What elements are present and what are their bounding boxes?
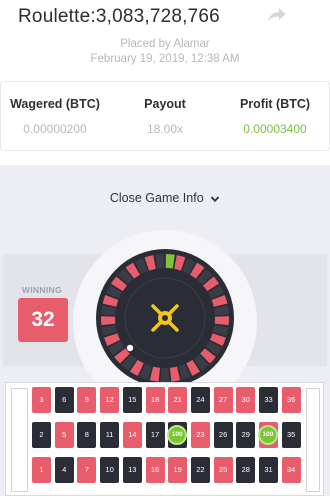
payout-stat: Payout 18.00x — [111, 82, 219, 152]
number-cell-6[interactable]: 6 — [54, 387, 74, 413]
wagered-label: Wagered (BTC) — [10, 97, 100, 111]
winning-label: WINNING — [22, 285, 62, 295]
bet-header: Roulette:3,083,728,766 Placed by Alamar … — [0, 0, 330, 78]
number-cell-36[interactable]: 36 — [281, 387, 301, 413]
close-game-info-label: Close Game Info — [109, 191, 204, 205]
number-cell-16[interactable]: 16 — [145, 457, 165, 483]
number-cell-35[interactable]: 35 — [281, 422, 301, 448]
payout-label: Payout — [144, 97, 186, 111]
wheel-pocket — [160, 367, 170, 382]
placed-by-text[interactable]: Placed by Alamar — [0, 38, 330, 50]
wagered-value: 0.00000200 — [23, 122, 87, 136]
number-cell-8[interactable]: 8 — [77, 422, 97, 448]
payout-value: 18.00x — [146, 122, 184, 136]
number-cell-4[interactable]: 4 — [54, 457, 74, 483]
winning-number-badge: 32 — [18, 298, 68, 342]
profit-value: 0.00003400 — [243, 122, 307, 136]
profit-stat: Profit (BTC) 0.00003400 — [221, 82, 329, 152]
bet-date: February 19, 2019, 12:38 AM — [90, 53, 240, 65]
number-cell-17[interactable]: 17 — [145, 422, 165, 448]
bet-stats-card: Wagered (BTC) 0.00000200 Payout 18.00x P… — [0, 81, 330, 151]
number-cell-33[interactable]: 33 — [259, 387, 278, 413]
number-cell-29[interactable]: 29 — [236, 422, 256, 448]
number-cell-14[interactable]: 14 — [122, 422, 142, 448]
profit-label: Profit (BTC) — [239, 97, 311, 111]
number-cell-23[interactable]: 23 — [190, 422, 210, 448]
column-bet-cells[interactable] — [306, 388, 320, 492]
number-cell-2[interactable]: 2 — [32, 422, 51, 448]
number-cell-34[interactable]: 34 — [281, 457, 301, 483]
zero-cell[interactable] — [11, 388, 28, 492]
bet-chip[interactable]: 100 — [258, 425, 278, 445]
number-cell-7[interactable]: 7 — [77, 457, 97, 483]
number-cell-11[interactable]: 11 — [100, 422, 120, 448]
page-title: Roulette:3,083,728,766 — [18, 6, 220, 27]
number-cell-12[interactable]: 12 — [100, 387, 120, 413]
roulette-ball — [126, 344, 134, 352]
number-cell-24[interactable]: 24 — [190, 387, 210, 413]
number-cell-19[interactable]: 19 — [168, 457, 188, 483]
number-cell-25[interactable]: 25 — [213, 457, 233, 483]
number-cell-27[interactable]: 27 — [213, 387, 233, 413]
number-cell-30[interactable]: 30 — [236, 387, 256, 413]
number-cell-13[interactable]: 13 — [122, 457, 142, 483]
number-cell-18[interactable]: 18 — [145, 387, 165, 413]
number-cell-15[interactable]: 15 — [122, 387, 142, 413]
wheel-pocket — [101, 316, 116, 326]
number-cell-9[interactable]: 9 — [77, 387, 97, 413]
number-cell-1[interactable]: 1 — [32, 457, 51, 483]
number-cell-21[interactable]: 21 — [168, 387, 188, 413]
number-cell-5[interactable]: 5 — [54, 422, 74, 448]
roulette-wheel — [96, 249, 234, 387]
number-cell-31[interactable]: 31 — [259, 457, 278, 483]
number-cell-10[interactable]: 10 — [100, 457, 120, 483]
number-cell-28[interactable]: 28 — [236, 457, 256, 483]
number-cell-26[interactable]: 26 — [213, 422, 233, 448]
number-cell-22[interactable]: 22 — [190, 457, 210, 483]
close-game-info-button[interactable]: Close Game Info — [0, 191, 330, 205]
chevron-down-icon — [210, 196, 220, 202]
wheel-pocket — [214, 316, 229, 326]
number-cell-3[interactable]: 3 — [32, 387, 51, 413]
wagered-stat: Wagered (BTC) 0.00000200 — [1, 82, 109, 152]
share-arrow-icon[interactable] — [266, 6, 288, 24]
